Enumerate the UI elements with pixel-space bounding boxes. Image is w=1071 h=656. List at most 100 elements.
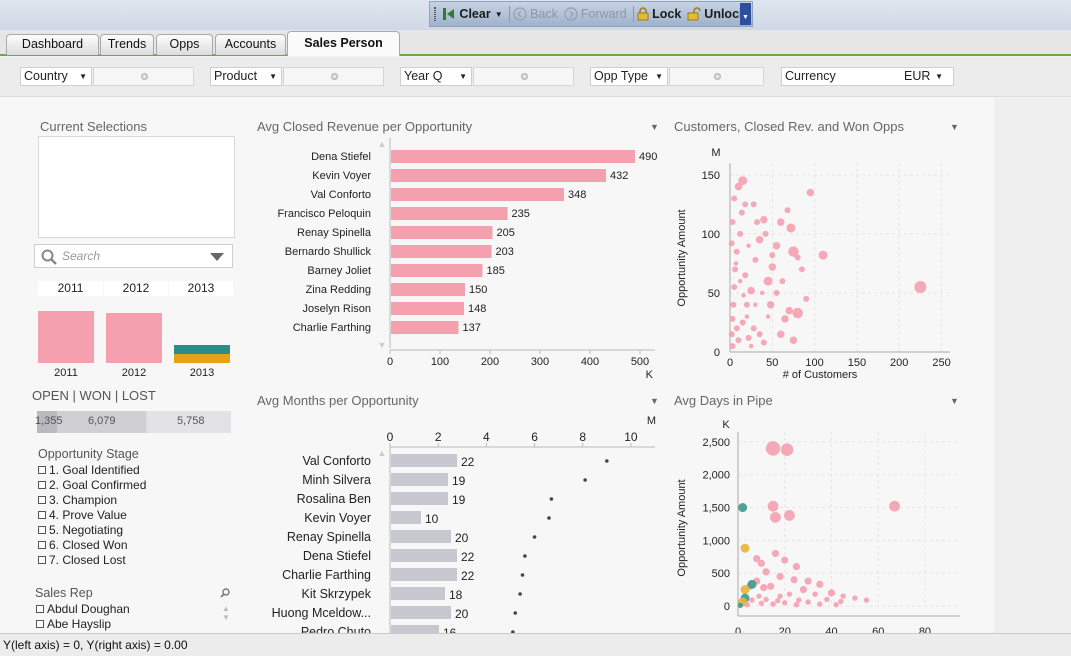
data-point[interactable] [729,343,736,350]
chevron-down-icon[interactable]: ▼ [650,122,659,132]
data-point[interactable] [605,459,609,463]
data-point[interactable] [520,573,525,577]
chevron-down-icon[interactable]: ▼ [650,396,659,406]
unlock-button[interactable]: Unlock [687,7,746,21]
data-point[interactable] [743,301,750,308]
bar[interactable] [391,511,421,524]
data-point[interactable] [733,261,739,266]
data-point[interactable] [914,281,927,294]
data-point[interactable] [765,441,781,456]
year-bar-2013-segment[interactable] [174,345,230,354]
list-item[interactable]: 7. Closed Lost [38,553,126,567]
data-point[interactable] [803,295,810,302]
product-filter-value[interactable] [283,67,384,86]
checkbox[interactable] [38,481,46,489]
data-point[interactable] [767,500,779,512]
data-point[interactable] [755,236,764,244]
bar[interactable] [391,568,457,581]
data-point[interactable] [740,543,750,553]
data-point[interactable] [738,503,748,513]
data-point[interactable] [816,580,824,588]
checkbox[interactable] [38,541,46,549]
data-point[interactable] [775,598,781,604]
toolbar-options-button[interactable]: ▼ [740,3,751,25]
chevron-down-icon[interactable]: ▼ [950,122,959,132]
list-item[interactable]: 6. Closed Won [38,538,128,552]
data-point[interactable] [737,230,744,237]
bar[interactable] [391,169,606,182]
data-point[interactable] [756,593,762,599]
data-point[interactable] [768,263,777,271]
data-point[interactable] [806,188,815,197]
data-point[interactable] [771,549,779,558]
tab-opps[interactable]: Opps [156,34,213,55]
list-item[interactable]: Abe Hayslip [36,617,111,631]
data-point[interactable] [757,559,765,567]
bar[interactable] [391,150,635,163]
data-point[interactable] [777,218,785,226]
list-item[interactable]: 1. Goal Identified [38,463,140,477]
data-point[interactable] [732,266,739,273]
data-point[interactable] [756,331,763,338]
data-point[interactable] [742,201,749,208]
data-point[interactable] [765,314,771,319]
data-point[interactable] [549,497,554,501]
data-point[interactable] [735,337,742,344]
data-point[interactable] [796,597,802,603]
bar[interactable] [391,302,464,315]
bar[interactable] [391,549,457,562]
year-bar-2012[interactable] [106,313,162,363]
data-point[interactable] [729,219,736,226]
data-point[interactable] [729,315,736,322]
data-point[interactable] [734,182,743,191]
bar[interactable] [391,492,448,505]
data-point[interactable] [750,201,757,208]
data-point[interactable] [766,301,775,309]
data-point[interactable] [738,209,745,216]
bar[interactable] [391,283,465,296]
data-point[interactable] [753,302,758,308]
data-point[interactable] [781,556,789,564]
search-input[interactable]: Search [34,244,233,268]
list-scroll-arrows[interactable]: ▲ ▼ [222,604,230,622]
data-point[interactable] [777,593,783,599]
data-point[interactable] [782,600,788,606]
data-point[interactable] [833,601,839,608]
checkbox[interactable] [38,526,46,534]
year-q-filter-value[interactable] [473,67,574,86]
data-point[interactable] [748,343,754,349]
data-point[interactable] [790,576,798,584]
bar[interactable] [391,625,439,633]
country-filter[interactable]: Country ▼ [20,67,92,86]
data-point[interactable] [518,592,522,596]
data-point[interactable] [760,584,768,592]
data-point[interactable] [728,331,735,338]
currency-selector[interactable]: Currency EUR ▼ [781,67,954,86]
data-point[interactable] [786,591,793,597]
data-point[interactable] [744,601,751,608]
tab-dashboard[interactable]: Dashboard [6,34,99,55]
data-point[interactable] [752,256,759,263]
data-point[interactable] [763,596,769,603]
data-point[interactable] [773,289,780,296]
data-point[interactable] [852,595,858,601]
data-point[interactable] [793,601,800,608]
list-item[interactable]: 4. Prove Value [38,508,127,522]
year-q-filter[interactable]: Year Q ▼ [400,67,472,86]
bar[interactable] [391,530,451,543]
data-point[interactable] [737,278,743,284]
data-point[interactable] [792,563,801,571]
data-point[interactable] [547,516,551,520]
data-point[interactable] [798,266,805,273]
bar[interactable] [391,245,492,258]
bar[interactable] [391,207,508,220]
chevron-down-icon[interactable]: ▼ [950,396,959,406]
clear-button[interactable]: Clear ▼ [442,7,503,21]
checkbox[interactable] [38,556,46,564]
data-point[interactable] [776,572,784,581]
list-item[interactable]: 3. Champion [38,493,117,507]
data-point[interactable] [754,219,761,226]
data-point[interactable] [746,243,751,248]
data-point[interactable] [784,509,795,521]
bar[interactable] [391,264,483,277]
